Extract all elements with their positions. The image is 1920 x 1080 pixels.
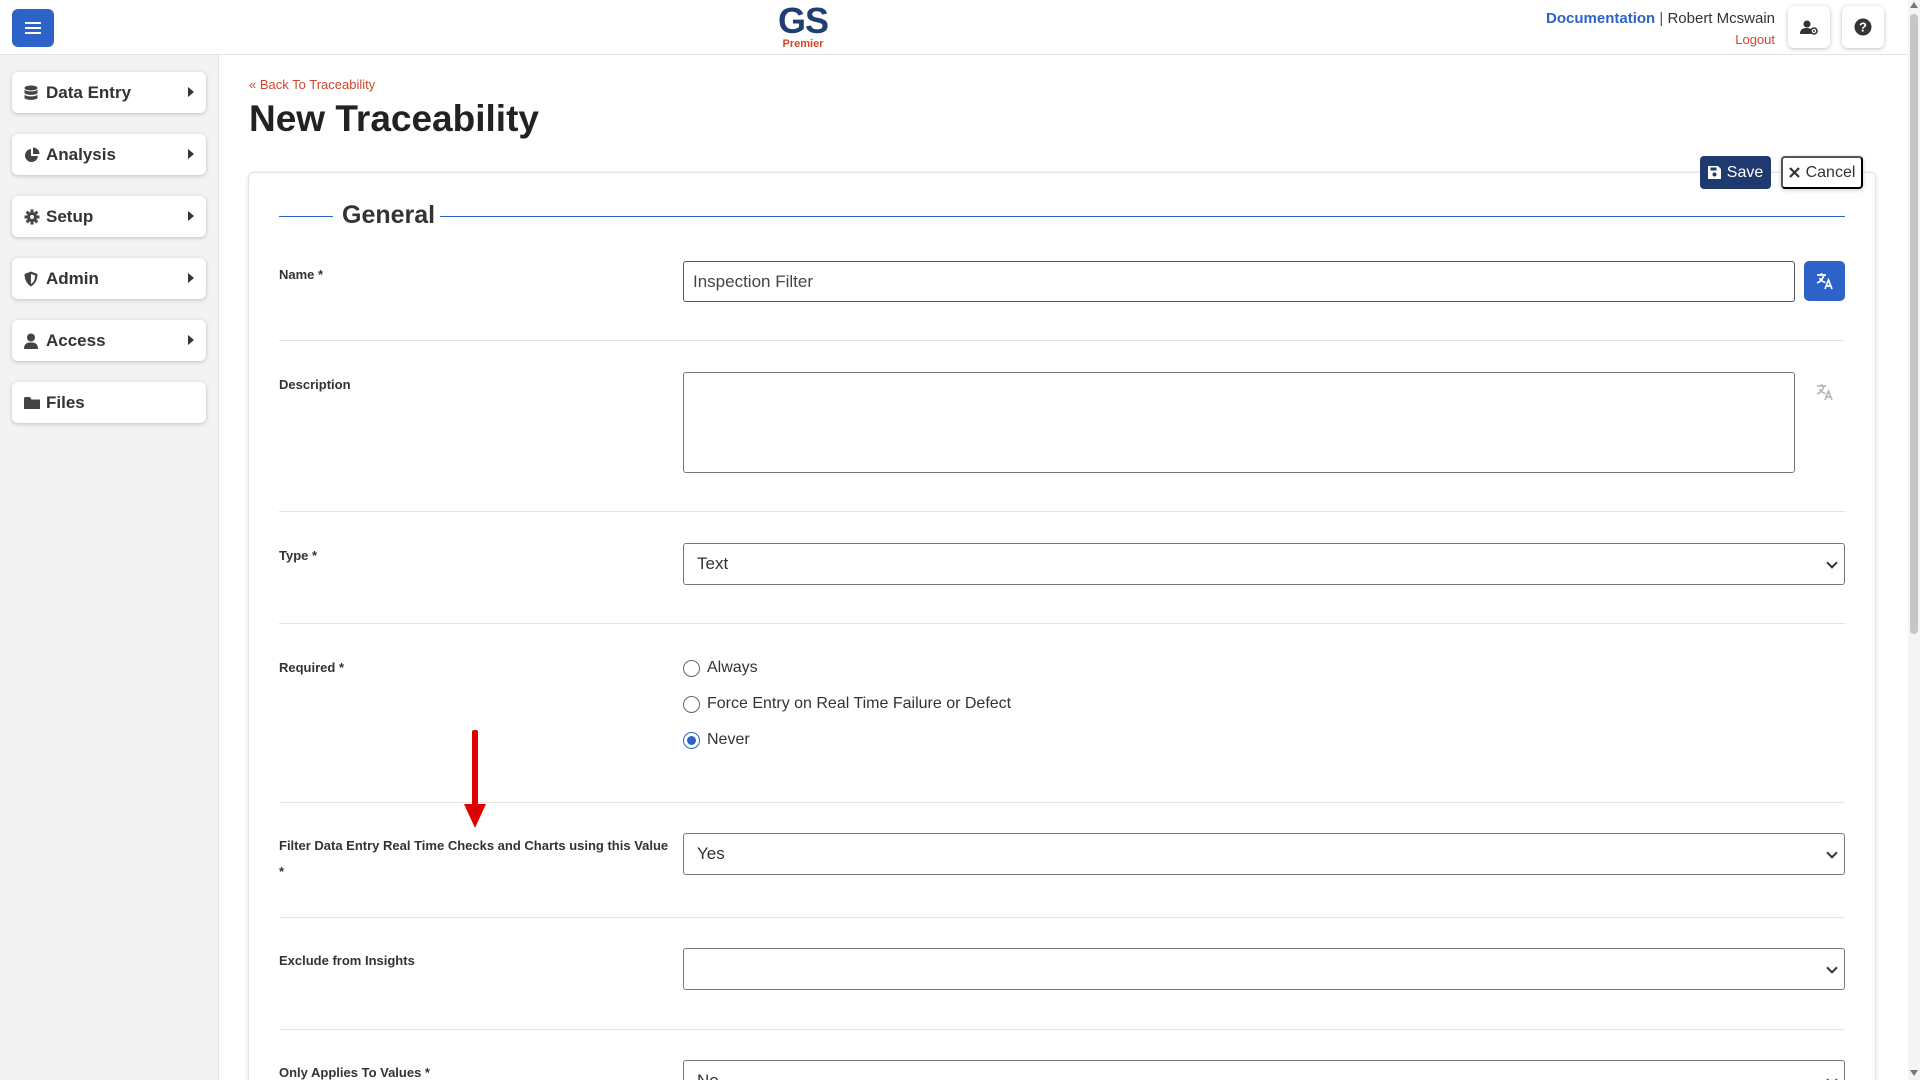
sidebar-item-label: Setup: [46, 206, 94, 226]
row-divider: [279, 511, 1845, 512]
chevron-down-icon: [1826, 962, 1838, 974]
translate-description-button[interactable]: [1804, 372, 1845, 412]
hamburger-icon: [25, 22, 41, 34]
sidebar-item-label: Data Entry: [46, 82, 132, 102]
radio-label: Force Entry on Real Time Failure or Defe…: [707, 695, 1012, 712]
sidebar-item-setup[interactable]: Setup: [12, 196, 206, 237]
user-name: Robert Mcswain: [1667, 10, 1775, 27]
section-rule-right: [440, 216, 1845, 217]
top-bar: GS Premier Documentation | Robert Mcswai…: [0, 0, 1908, 55]
caret-right-icon: [188, 149, 194, 159]
translate-name-button[interactable]: [1804, 261, 1845, 301]
gs-premier-logo[interactable]: GS Premier: [772, 0, 834, 50]
header-separator: |: [1659, 10, 1664, 27]
sidebar-item-label: Access: [46, 330, 106, 350]
radio-label: Never: [707, 731, 750, 748]
sidebar-item-analysis[interactable]: Analysis: [12, 134, 206, 175]
only-applies-select-value: No: [697, 1071, 719, 1080]
cancel-button-label: Cancel: [1805, 163, 1856, 181]
only-applies-label: Only Applies To Values *: [279, 1065, 430, 1080]
double-chevron-left-icon: «: [249, 77, 257, 92]
type-label: Type *: [279, 548, 318, 563]
save-button[interactable]: Save: [1700, 156, 1771, 189]
caret-right-icon: [188, 273, 194, 283]
row-divider: [279, 623, 1845, 624]
form-card: [248, 172, 1876, 1080]
type-select-value: Text: [697, 554, 729, 573]
logo-text: GS: [777, 0, 829, 41]
chevron-down-icon: [1826, 1074, 1838, 1080]
translate-icon: [1816, 384, 1833, 401]
sidebar-item-access[interactable]: Access: [12, 320, 206, 361]
help-button[interactable]: ?: [1842, 6, 1884, 48]
user-settings-button[interactable]: [1788, 6, 1830, 48]
section-rule-left: [279, 216, 333, 217]
required-label: Required *: [279, 660, 345, 675]
annotation-arrow-head: [464, 804, 486, 828]
sidebar: Data Entry Analysis Setup Admin Access F…: [0, 55, 219, 1080]
scrollbar-thumb[interactable]: [1910, 14, 1918, 634]
caret-right-icon: [188, 87, 194, 97]
exclude-insights-select[interactable]: [683, 948, 1845, 990]
radio-label: Always: [707, 659, 758, 676]
row-divider: [279, 917, 1845, 918]
user-area: Documentation | Robert Mcswain: [1546, 10, 1775, 27]
exclude-insights-label: Exclude from Insights: [279, 953, 415, 968]
user-gear-icon: [1800, 20, 1818, 35]
caret-right-icon: [188, 211, 194, 221]
chevron-down-icon: [1826, 557, 1838, 569]
description-label: Description: [279, 377, 351, 392]
only-applies-select[interactable]: No: [683, 1060, 1845, 1080]
logout-link[interactable]: Logout: [1735, 32, 1775, 47]
close-icon: [1788, 167, 1800, 178]
sidebar-item-data-entry[interactable]: Data Entry: [12, 72, 206, 113]
scroll-up-arrow-icon[interactable]: [1910, 2, 1918, 8]
sidebar-item-label: Analysis: [46, 144, 116, 164]
folder-icon: [24, 396, 46, 410]
page-title: New Traceability: [249, 98, 539, 139]
radio-button[interactable]: [683, 659, 700, 677]
sidebar-item-admin[interactable]: Admin: [12, 258, 206, 299]
sidebar-item-files[interactable]: Files: [12, 382, 206, 423]
filter-data-entry-select[interactable]: Yes: [683, 833, 1845, 875]
required-option-never[interactable]: Never: [683, 731, 750, 749]
name-label: Name *: [279, 267, 324, 282]
page-scrollbar[interactable]: [1908, 0, 1920, 1080]
description-textarea[interactable]: [683, 372, 1795, 473]
radio-button-selected[interactable]: [683, 731, 700, 749]
scroll-down-arrow-icon[interactable]: [1910, 1070, 1918, 1076]
required-option-force-entry[interactable]: Force Entry on Real Time Failure or Defe…: [683, 695, 1011, 713]
chevron-down-icon: [1826, 847, 1838, 859]
cancel-button[interactable]: Cancel: [1781, 156, 1863, 189]
caret-right-icon: [188, 335, 194, 345]
required-option-always[interactable]: Always: [683, 659, 758, 677]
row-divider: [279, 1029, 1845, 1030]
section-title: General: [342, 201, 436, 229]
documentation-link[interactable]: Documentation: [1546, 10, 1655, 27]
floppy-disk-icon: [1707, 166, 1721, 179]
annotation-arrow-shaft: [472, 730, 478, 806]
save-button-label: Save: [1726, 163, 1764, 181]
filter-data-entry-label: Filter Data Entry Real Time Checks and C…: [279, 838, 669, 879]
gear-icon: [24, 209, 46, 225]
user-icon: [24, 333, 46, 349]
translate-icon: [1816, 273, 1833, 290]
back-to-traceability-link[interactable]: « Back To Traceability: [249, 77, 375, 92]
back-link-label: Back To Traceability: [259, 77, 376, 92]
row-divider: [279, 340, 1845, 341]
filter-select-value: Yes: [697, 844, 725, 863]
database-icon: [24, 85, 46, 101]
name-input[interactable]: Inspection Filter: [683, 261, 1795, 302]
radio-button[interactable]: [683, 695, 700, 713]
sidebar-item-label: Admin: [46, 268, 99, 288]
question-circle-icon: ?: [1854, 18, 1872, 36]
sidebar-item-label: Files: [46, 392, 85, 412]
hamburger-menu-button[interactable]: [12, 9, 54, 47]
shield-icon: [24, 271, 46, 287]
type-select[interactable]: Text: [683, 543, 1845, 585]
svg-text:?: ?: [1859, 20, 1867, 35]
row-divider: [279, 802, 1845, 803]
pie-chart-icon: [24, 147, 46, 163]
